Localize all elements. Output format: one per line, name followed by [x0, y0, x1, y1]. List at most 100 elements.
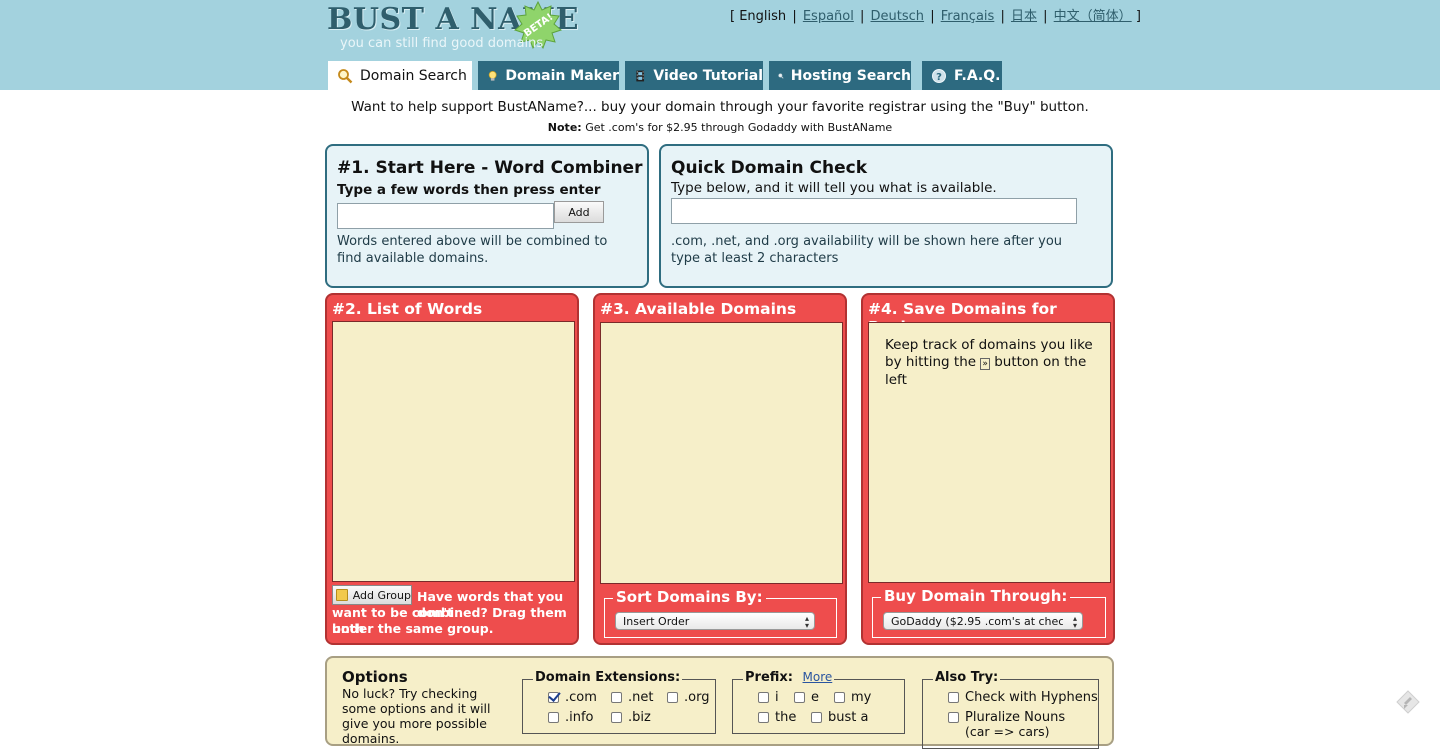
magnifier-icon [338, 68, 353, 83]
also-try-legend: Also Try: [933, 670, 1001, 685]
tab-domain-maker[interactable]: Domain Maker [478, 61, 619, 90]
sort-fieldset: Sort Domains By: Insert Order ▴ ▾ [604, 588, 837, 638]
prefix-bust-a-checkbox[interactable]: bust a [811, 710, 868, 725]
list-of-words-panel: #2. List of Words Add Group Have words t… [325, 293, 579, 645]
ext-info-checkbox[interactable]: .info [548, 710, 594, 725]
desc-line: domains. [342, 731, 400, 746]
checkbox-label: bust a [828, 710, 869, 725]
checkbox-label: the [775, 710, 797, 725]
support-notice: Want to help support BustAName?... buy y… [351, 99, 1089, 115]
lang-current: English [739, 9, 787, 24]
available-domains-list[interactable] [600, 322, 843, 584]
add-group-label: Add Group [352, 588, 411, 602]
tab-label: F.A.Q. [954, 67, 1001, 84]
buy-legend: Buy Domain Through: [881, 587, 1071, 605]
pluralize-note: (car => cars) [965, 724, 1050, 739]
lang-link-chinese[interactable]: 中文（简体） [1054, 9, 1132, 24]
site-header: BUST A NAME BETA! you can still find goo… [0, 0, 1440, 90]
add-word-button[interactable]: Add [554, 201, 604, 223]
film-icon [636, 70, 645, 81]
lang-link-spanish[interactable]: Español [803, 9, 854, 24]
saved-domains-list[interactable]: Keep track of domains you like by hittin… [868, 322, 1111, 583]
tab-video-tutorial[interactable]: Video Tutorial [625, 61, 763, 90]
checkbox-label: .org [684, 690, 710, 705]
tab-faq[interactable]: ? F.A.Q. [922, 61, 1002, 90]
registrar-selected-value: GoDaddy ($2.95 .com's at checkout) [891, 614, 1063, 628]
sort-select[interactable]: Insert Order ▴ ▾ [615, 612, 815, 630]
hyphens-checkbox[interactable]: Check with Hyphens [948, 690, 1098, 705]
prefix-i-checkbox[interactable]: i [758, 690, 779, 705]
lang-link-french[interactable]: Français [941, 9, 995, 24]
checkbox-label: my [851, 690, 872, 705]
pluralize-checkbox[interactable]: Pluralize Nouns [948, 710, 1065, 725]
extensions-legend: Domain Extensions: [533, 670, 683, 685]
feedback-widget-icon[interactable] [1396, 690, 1420, 714]
tab-domain-search[interactable]: Domain Search [328, 61, 472, 90]
checkbox-icon[interactable] [611, 692, 622, 703]
checkbox-icon[interactable] [834, 692, 845, 703]
prefix-e-checkbox[interactable]: e [794, 690, 819, 705]
tab-hosting-search[interactable]: Hosting Search [769, 61, 911, 90]
also-try-fieldset: Also Try: Check with Hyphens Pluralize N… [922, 670, 1099, 749]
checkbox-icon[interactable] [758, 712, 769, 723]
lightbulb-icon [488, 70, 497, 81]
prefix-my-checkbox[interactable]: my [834, 690, 871, 705]
checkbox-icon[interactable] [611, 712, 622, 723]
checkbox-icon[interactable] [794, 692, 805, 703]
lang-bracket-close: ] [1135, 9, 1141, 24]
registrar-select[interactable]: GoDaddy ($2.95 .com's at checkout) ▴▾ [883, 612, 1083, 630]
help-line: find available domains. [337, 251, 489, 266]
checkbox-label: .net [628, 690, 654, 705]
ext-org-checkbox[interactable]: .org [667, 690, 709, 705]
ext-biz-checkbox[interactable]: .biz [611, 710, 651, 725]
quick-check-subtitle: Type below, and it will tell you what is… [671, 180, 997, 196]
ext-com-checkbox[interactable]: .com [548, 690, 597, 705]
lang-separator: | [1043, 9, 1048, 24]
sort-legend: Sort Domains By: [613, 588, 766, 606]
checkbox-label: .com [565, 690, 597, 705]
word-combiner-title: #1. Start Here - Word Combiner [337, 158, 643, 178]
help-line: .com, .net, and .org availability will b… [671, 234, 1063, 249]
magnifier-icon [778, 73, 784, 79]
buy-fieldset: Buy Domain Through: GoDaddy ($2.95 .com'… [872, 587, 1106, 638]
folder-icon [336, 589, 348, 601]
quick-check-title: Quick Domain Check [671, 158, 867, 178]
tab-label: Video Tutorial [653, 67, 763, 84]
language-selector: [ English | Español | Deutsch | Français… [730, 5, 1141, 24]
options-panel: Options No luck? Try checking some optio… [325, 656, 1114, 749]
list-of-words-title: #2. List of Words [332, 300, 483, 318]
checkbox-label: .info [565, 710, 594, 725]
desc-line: some options and it will [342, 701, 491, 716]
quick-check-input[interactable] [671, 198, 1077, 224]
help-line: left [885, 372, 907, 388]
word-input[interactable] [337, 203, 554, 229]
prefix-the-checkbox[interactable]: the [758, 710, 796, 725]
checkbox-icon[interactable] [758, 692, 769, 703]
group-help-line: under the same group. [332, 621, 494, 636]
checkbox-icon[interactable] [667, 692, 678, 703]
help-line: Keep track of domains you like [885, 337, 1093, 353]
select-arrows-icon: ▴ ▾ [1072, 614, 1077, 630]
checkbox-label: Pluralize Nouns [965, 710, 1066, 725]
prefix-more-link[interactable]: More [803, 670, 833, 684]
checkbox-icon[interactable] [948, 712, 959, 723]
lang-link-japanese[interactable]: 日本 [1011, 9, 1037, 24]
lang-link-german[interactable]: Deutsch [871, 9, 925, 24]
help-text: by hitting the [885, 353, 977, 370]
quick-domain-check-panel: Quick Domain Check Type below, and it wi… [659, 144, 1113, 288]
support-note: Note: Get .com's for $2.95 through Godad… [0, 121, 1440, 134]
available-domains-title: #3. Available Domains [600, 300, 797, 318]
tab-label: Domain Maker [505, 67, 619, 84]
ext-net-checkbox[interactable]: .net [611, 690, 653, 705]
checkbox-checked-icon[interactable] [548, 692, 559, 703]
help-line: Words entered above will be combined to [337, 234, 608, 249]
svg-text:?: ? [936, 72, 942, 83]
checkbox-icon[interactable] [811, 712, 822, 723]
word-list-area[interactable] [332, 321, 575, 582]
add-group-button[interactable]: Add Group [332, 585, 412, 605]
checkbox-label: .biz [628, 710, 651, 725]
word-combiner-help: Words entered above will be combined to … [337, 233, 607, 267]
checkbox-icon[interactable] [948, 692, 959, 703]
checkbox-label: Check with Hyphens [965, 690, 1098, 705]
checkbox-icon[interactable] [548, 712, 559, 723]
